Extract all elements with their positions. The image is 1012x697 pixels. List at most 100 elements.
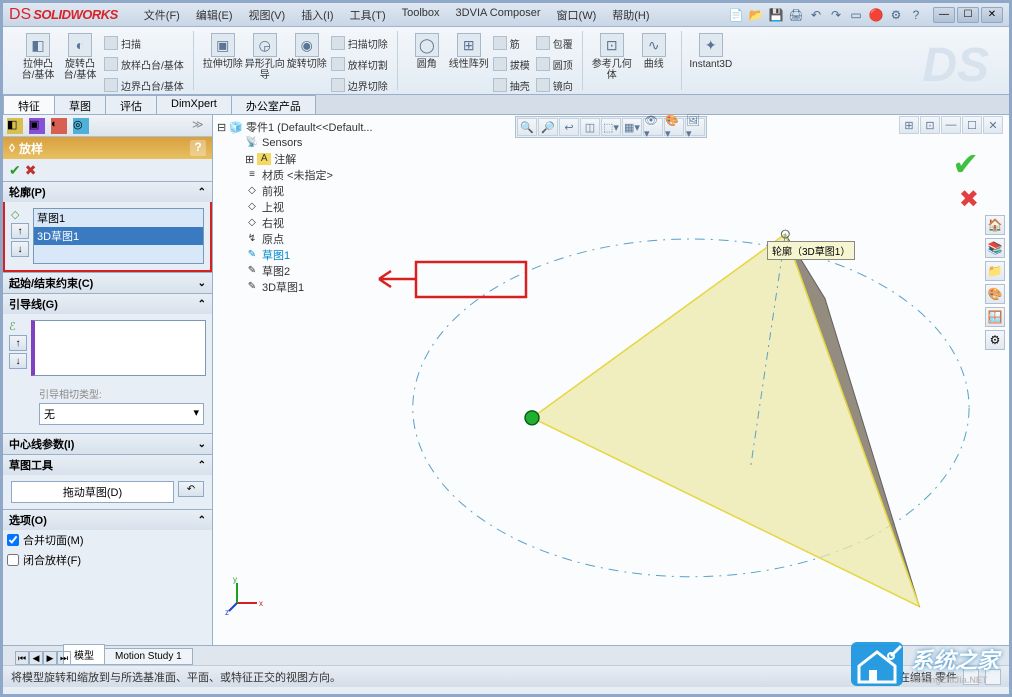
- revolve-cut-button[interactable]: ◉旋转切除: [286, 33, 328, 95]
- resources-icon[interactable]: 🏠: [985, 215, 1005, 235]
- tree-item[interactable]: ✎草图1: [217, 247, 377, 263]
- tree-item[interactable]: ↯原点: [217, 231, 377, 247]
- dome-button[interactable]: 圆顶: [533, 54, 576, 74]
- profile-list[interactable]: 草图1 3D草图1: [33, 208, 204, 264]
- tree-item[interactable]: ✎草图2: [217, 263, 377, 279]
- scene-icon[interactable]: 🖼▾: [685, 118, 705, 136]
- section-centerline-header[interactable]: 中心线参数(I)⌄: [3, 434, 212, 454]
- save-icon[interactable]: 💾: [767, 6, 785, 24]
- tangency-select[interactable]: 无 ▾: [39, 403, 204, 425]
- model-viewport[interactable]: 🔍 🔎 ↩ ◫ ⬚▾ ▦▾ 👁▾ 🎨▾ 🖼▾ ⊞ ⊡ — ☐ ✕ ⊟ 🧊零件1 …: [213, 115, 1009, 645]
- menu-help[interactable]: 帮助(H): [606, 5, 655, 25]
- appearances-icon[interactable]: 🪟: [985, 307, 1005, 327]
- doc-max-icon[interactable]: ☐: [962, 116, 982, 134]
- fillet-button[interactable]: ◯圆角: [406, 33, 448, 95]
- list-item[interactable]: 草图1: [34, 209, 203, 227]
- zoom-fit-icon[interactable]: 🔍: [517, 118, 537, 136]
- tree-item[interactable]: ⊞A注解: [217, 151, 377, 167]
- panel-tab-icon[interactable]: ◎: [73, 118, 89, 134]
- tree-item[interactable]: ◇前视: [217, 183, 377, 199]
- minimize-button[interactable]: —: [933, 7, 955, 23]
- section-options-header[interactable]: 选项(O)⌃: [3, 510, 212, 530]
- tab-motion[interactable]: Motion Study 1: [104, 648, 193, 665]
- menu-3dvia[interactable]: 3DVIA Composer: [450, 5, 547, 25]
- cancel-button[interactable]: ✖: [25, 162, 37, 179]
- custom-icon[interactable]: ⚙: [985, 330, 1005, 350]
- sweep-cut-button[interactable]: 扫描切除: [328, 33, 391, 53]
- window-tile-icon[interactable]: ⊞: [899, 116, 919, 134]
- tree-item[interactable]: ◇上视: [217, 199, 377, 215]
- view-orient-icon[interactable]: ⬚▾: [601, 118, 621, 136]
- shell-button[interactable]: 抽壳: [490, 75, 533, 95]
- closed-checkbox[interactable]: 闭合放样(F): [3, 550, 212, 570]
- loft-cut-button[interactable]: 放样切割: [328, 54, 391, 74]
- sweep-button[interactable]: 扫描: [101, 33, 187, 53]
- section-view-icon[interactable]: ◫: [580, 118, 600, 136]
- drag-sketch-button[interactable]: 拖动草图(D): [11, 481, 174, 503]
- appearance-icon[interactable]: 🎨▾: [664, 118, 684, 136]
- tab-next-icon[interactable]: ▶: [43, 651, 57, 665]
- tree-root[interactable]: ⊟ 🧊零件1 (Default<<Default...: [217, 119, 377, 135]
- redo-icon[interactable]: ↷: [827, 6, 845, 24]
- panel-tab-icon[interactable]: ▣: [29, 118, 45, 134]
- panel-tab-icon[interactable]: ◐: [51, 118, 67, 134]
- rebuild-icon[interactable]: 🔴: [867, 6, 885, 24]
- open-icon[interactable]: 📂: [747, 6, 765, 24]
- loft-boss-button[interactable]: 放样凸台/基体: [101, 54, 187, 74]
- move-down-button[interactable]: ↓: [11, 241, 29, 257]
- undo-drag-button[interactable]: ↶: [178, 481, 204, 497]
- wrap-button[interactable]: 包覆: [533, 33, 576, 53]
- ref-geom-button[interactable]: ⊡参考几何体: [591, 33, 633, 81]
- tree-item[interactable]: ≡材质 <未指定>: [217, 167, 377, 183]
- extrude-cut-button[interactable]: ▣拉伸切除: [202, 33, 244, 95]
- merge-checkbox[interactable]: 合并切面(M): [3, 530, 212, 550]
- hole-wizard-button[interactable]: ◶异形孔向导: [244, 33, 286, 95]
- section-startend-header[interactable]: 起始/结束约束(C)⌄: [3, 273, 212, 293]
- tree-item[interactable]: ◇右视: [217, 215, 377, 231]
- revolve-boss-button[interactable]: ◐旋转凸台/基体: [59, 33, 101, 95]
- list-item[interactable]: 3D草图1: [34, 227, 203, 245]
- close-button[interactable]: ✕: [981, 7, 1003, 23]
- print-icon[interactable]: 🖨: [787, 6, 805, 24]
- doc-min-icon[interactable]: —: [941, 116, 961, 134]
- menu-insert[interactable]: 插入(I): [295, 5, 339, 25]
- pushpin-icon[interactable]: ≫: [192, 118, 208, 134]
- tab-office[interactable]: 办公室产品: [231, 95, 316, 114]
- tab-evaluate[interactable]: 评估: [105, 95, 157, 114]
- prev-view-icon[interactable]: ↩: [559, 118, 579, 136]
- section-sketchtools-header[interactable]: 草图工具⌃: [3, 455, 212, 475]
- instant3d-button[interactable]: ✦Instant3D: [690, 33, 732, 70]
- boundary-cut-button[interactable]: 边界切除: [328, 75, 391, 95]
- guides-list[interactable]: [31, 320, 206, 376]
- rib-button[interactable]: 筋: [490, 33, 533, 53]
- move-up-button[interactable]: ↑: [9, 335, 27, 351]
- tab-last-icon[interactable]: ⏭: [57, 651, 71, 665]
- palette-icon[interactable]: 🎨: [985, 284, 1005, 304]
- boundary-boss-button[interactable]: 边界凸台/基体: [101, 75, 187, 95]
- canvas-3d[interactable]: 轮廓（3D草图1）: [383, 139, 979, 637]
- maximize-button[interactable]: ☐: [957, 7, 979, 23]
- tab-prev-icon[interactable]: ◀: [29, 651, 43, 665]
- menu-file[interactable]: 文件(F): [138, 5, 186, 25]
- help-icon[interactable]: ?: [190, 140, 206, 156]
- tree-item[interactable]: ✎3D草图1: [217, 279, 377, 295]
- section-guides-header[interactable]: 引导线(G)⌃: [3, 294, 212, 314]
- zoom-area-icon[interactable]: 🔎: [538, 118, 558, 136]
- explorer-icon[interactable]: 📁: [985, 261, 1005, 281]
- ok-button[interactable]: ✔: [9, 162, 21, 179]
- window-cascade-icon[interactable]: ⊡: [920, 116, 940, 134]
- help-icon[interactable]: ?: [907, 6, 925, 24]
- tree-item[interactable]: 📡Sensors: [217, 135, 377, 151]
- display-style-icon[interactable]: ▦▾: [622, 118, 642, 136]
- doc-close-icon[interactable]: ✕: [983, 116, 1003, 134]
- panel-tab-icon[interactable]: ◧: [7, 118, 23, 134]
- tab-features[interactable]: 特征: [3, 95, 55, 114]
- select-icon[interactable]: ▭: [847, 6, 865, 24]
- move-down-button[interactable]: ↓: [9, 353, 27, 369]
- extrude-boss-button[interactable]: ◧拉伸凸台/基体: [17, 33, 59, 95]
- menu-toolbox[interactable]: Toolbox: [396, 5, 446, 25]
- tab-sketch[interactable]: 草图: [54, 95, 106, 114]
- menu-tools[interactable]: 工具(T): [344, 5, 392, 25]
- menu-view[interactable]: 视图(V): [243, 5, 292, 25]
- library-icon[interactable]: 📚: [985, 238, 1005, 258]
